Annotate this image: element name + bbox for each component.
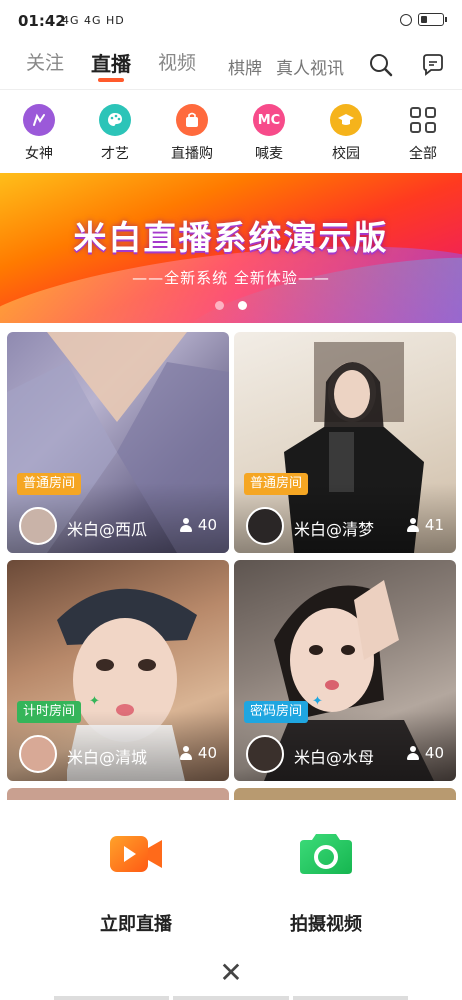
go-live-button[interactable]: 立即直播 <box>66 828 206 936</box>
person-icon <box>179 746 192 760</box>
host-name: 米白@西瓜 <box>67 520 148 539</box>
status-bar: 01:42 4G 4G HD <box>0 0 462 44</box>
active-tab-indicator <box>98 78 124 82</box>
room-type-badge: 普通房间 <box>244 473 309 495</box>
go-live-label: 立即直播 <box>100 914 172 935</box>
navigation-bar <box>54 996 408 1000</box>
tab-live-casino[interactable]: 真人视讯 <box>276 54 344 79</box>
camera-icon <box>300 834 352 874</box>
close-icon[interactable]: ✕ <box>218 959 244 987</box>
search-icon[interactable] <box>368 52 394 78</box>
mc-icon: MC <box>253 104 285 136</box>
viewer-count: 40 <box>179 516 217 534</box>
host-name: 米白@清城 <box>67 748 148 767</box>
room-card[interactable]: 计时房间 ✦ 米白@清城 40 <box>7 560 229 781</box>
category-label: 女神 <box>25 146 53 162</box>
room-type-badge: 普通房间 <box>17 473 82 495</box>
shoot-video-label: 拍摄视频 <box>290 914 362 935</box>
network-signal-icon: 4G 4G HD <box>62 14 125 27</box>
battery-icon <box>418 13 447 26</box>
avatar <box>19 735 57 773</box>
category-label: 喊麦 <box>255 146 283 162</box>
room-type-badge: 密码房间 <box>244 701 309 723</box>
promo-banner[interactable]: 米白直播系统演示版 ——全新系统 全新体验—— <box>0 173 462 323</box>
viewer-count: 40 <box>406 744 444 762</box>
screen-lock-icon <box>400 13 412 26</box>
room-type-badge: 计时房间 <box>17 701 82 723</box>
person-icon <box>406 746 419 760</box>
sparkle-icon: ✦ <box>89 694 100 709</box>
tab-live[interactable]: 直播 <box>91 48 131 77</box>
banner-subtitle: ——全新系统 全新体验—— <box>132 269 330 287</box>
shopping-bag-icon <box>176 104 208 136</box>
grid-icon <box>410 107 436 133</box>
host-name: 米白@清梦 <box>294 520 375 539</box>
pagination-dot[interactable] <box>215 301 224 310</box>
category-campus[interactable]: 校园 <box>316 104 376 163</box>
category-label: 全部 <box>409 146 437 162</box>
room-card[interactable]: 普通房间 米白@清梦 41 <box>234 332 456 553</box>
talent-palette-icon <box>99 104 131 136</box>
tab-chess-cards[interactable]: 棋牌 <box>228 54 262 79</box>
live-camera-icon <box>110 836 162 872</box>
sparkle-icon: ✦ <box>312 694 323 709</box>
shoot-video-button[interactable]: 拍摄视频 <box>256 828 396 936</box>
viewer-count: 41 <box>406 516 444 534</box>
category-mc[interactable]: MC 喊麦 <box>239 104 299 163</box>
top-nav: 关注 直播 视频 棋牌 真人视讯 <box>0 44 462 90</box>
banner-pagination <box>0 301 462 310</box>
message-icon[interactable] <box>420 52 446 78</box>
tab-follow[interactable]: 关注 <box>26 48 64 75</box>
person-icon <box>406 518 419 532</box>
host-name: 米白@水母 <box>294 748 375 767</box>
avatar <box>246 507 284 545</box>
category-label: 才艺 <box>101 146 129 162</box>
pagination-dot-active[interactable] <box>238 301 247 310</box>
category-talent[interactable]: 才艺 <box>85 104 145 163</box>
category-label: 直播购 <box>171 146 213 162</box>
category-row: 女神 才艺 直播购 MC 喊麦 校园 全部 <box>0 96 462 168</box>
banner-title: 米白直播系统演示版 <box>73 218 389 257</box>
room-card[interactable]: 密码房间 ✦ 米白@水母 40 <box>234 560 456 781</box>
create-bottom-sheet: 立即直播 拍摄视频 ✕ <box>0 800 462 1000</box>
avatar <box>19 507 57 545</box>
category-all[interactable]: 全部 <box>393 104 453 163</box>
goddess-icon <box>23 104 55 136</box>
category-goddess[interactable]: 女神 <box>9 104 69 163</box>
person-icon <box>179 518 192 532</box>
room-card[interactable]: 普通房间 米白@西瓜 40 <box>7 332 229 553</box>
graduation-cap-icon <box>330 104 362 136</box>
category-live-shopping[interactable]: 直播购 <box>162 104 222 163</box>
tab-video[interactable]: 视频 <box>158 48 196 75</box>
category-label: 校园 <box>332 146 360 162</box>
status-time: 01:42 <box>18 12 66 30</box>
avatar <box>246 735 284 773</box>
viewer-count: 40 <box>179 744 217 762</box>
